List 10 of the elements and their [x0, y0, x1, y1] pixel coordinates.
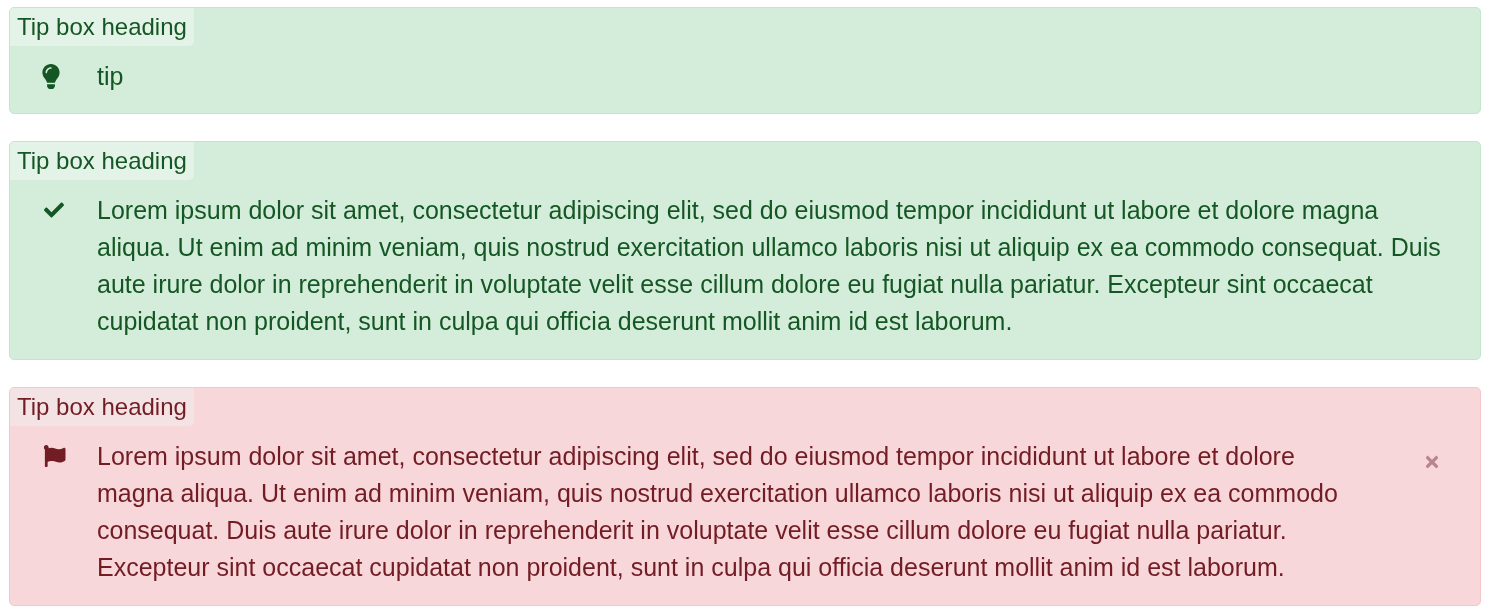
- tip-box-text: Lorem ipsum dolor sit amet, consectetur adipiscing elit, sed do eiusmod tempor incididunt ut labore et dolore magna aliqua. Ut enim ad minim veniam, quis nostrud exercitation ullamco laboris nisi ut aliquip ex ea commodo consequat. Duis aute irure dolor in reprehenderit in voluptate velit esse cillum dolore eu fugiat nulla pariatur. Excepteur sint occaecat cupidatat non proident, sunt in culpa qui officia deserunt mollit anim id est laborum.: [97, 195, 1442, 337]
- tip-box-text: Lorem ipsum dolor sit amet, consectetur adipiscing elit, sed do eiusmod tempor incididunt ut labore et dolore magna aliqua. Ut enim ad minim veniam, quis nostrud exercitation ullamco laboris nisi ut aliquip ex ea commodo consequat. Duis aute irure dolor in reprehenderit in voluptate velit esse cillum dolore eu fugiat nulla pariatur. Excepteur sint occaecat cupidatat non proident, sunt in culpa qui officia deserunt mollit anim id est laborum.: [97, 441, 1339, 583]
- flag-icon: [43, 445, 66, 467]
- tip-box-heading: Tip box heading: [10, 388, 194, 426]
- tip-box-heading: Tip box heading: [10, 8, 194, 46]
- tip-box-text: tip: [97, 61, 125, 92]
- lightbulb-icon: [42, 64, 60, 89]
- tip-box-heading: Tip box heading: [10, 142, 194, 180]
- close-icon: [1424, 453, 1440, 471]
- check-icon: [41, 200, 67, 220]
